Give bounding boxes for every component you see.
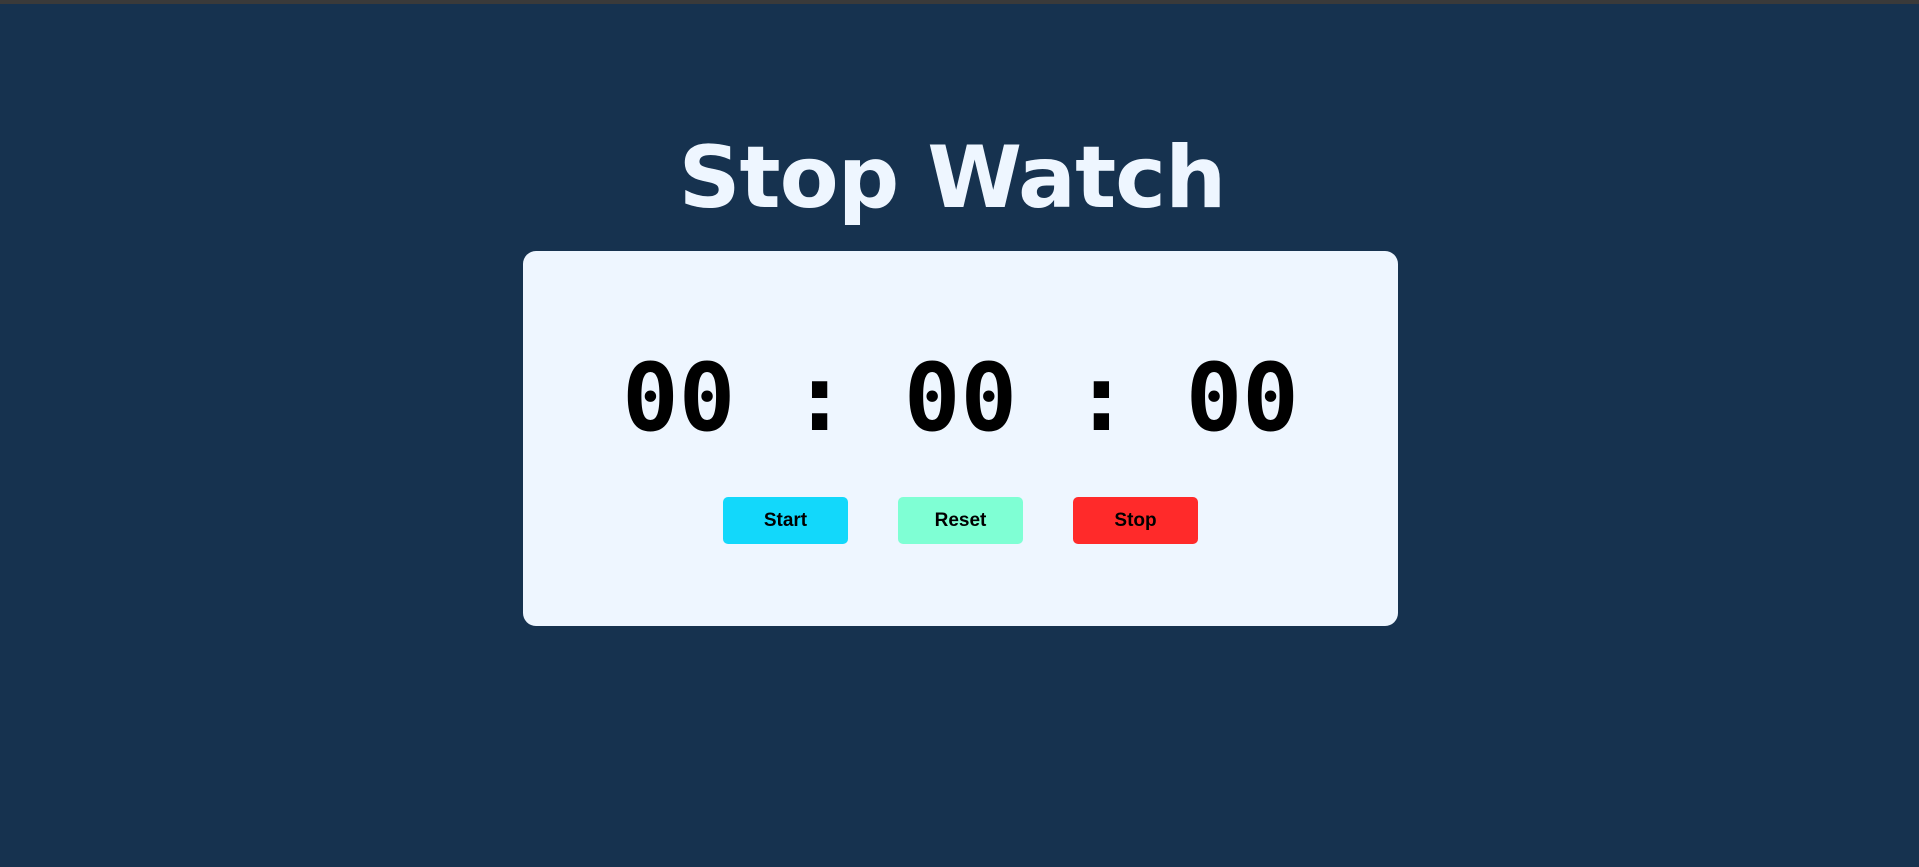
minutes-value: 00: [903, 344, 1018, 453]
start-button[interactable]: Start: [723, 497, 848, 544]
stop-button[interactable]: Stop: [1073, 497, 1198, 544]
seconds-value: 00: [1185, 344, 1299, 453]
page-title: Stop Watch: [678, 128, 1227, 228]
time-separator: :: [791, 344, 848, 453]
stopwatch-card: 00 : 00 : 00 Start Reset Stop: [523, 251, 1398, 626]
time-separator: :: [1073, 344, 1130, 453]
time-display: 00 : 00 : 00: [523, 344, 1398, 454]
hours-value: 00: [622, 344, 736, 453]
reset-button[interactable]: Reset: [898, 497, 1023, 544]
window-top-border: [0, 0, 1919, 4]
